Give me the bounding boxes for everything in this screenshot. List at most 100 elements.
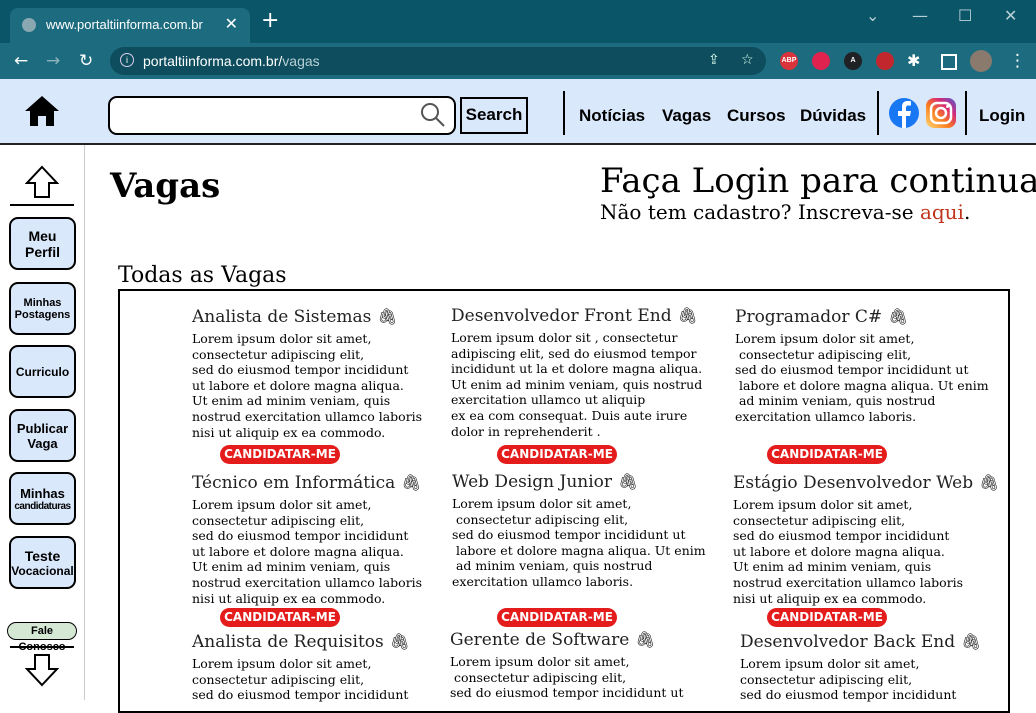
job-description-line: consectetur adipiscing elit, [733,512,906,528]
close-tab-icon[interactable]: ✕ [225,14,238,34]
signup-suffix: . [963,200,971,224]
job-title-text: Gerente de Software [450,630,630,650]
apply-button[interactable]: CANDIDATAR-ME [220,608,340,627]
job-title[interactable]: Web Design Junior 🖇 [452,472,706,492]
fale-conosco-button[interactable]: Fale Conosco [7,622,77,653]
menu-cursos[interactable]: Cursos [727,106,786,126]
signup-link[interactable]: aqui [920,200,964,224]
job-title[interactable]: Analista de Requisitos 🖇 [192,632,410,652]
arrow-down-icon[interactable] [25,653,59,687]
job-description-line: exercitation ullamco ut aliquip [451,392,646,408]
link-icon[interactable]: 🖇 [961,632,981,651]
puzzle-icon[interactable]: ✱ [907,51,920,70]
apply-button[interactable]: CANDIDATAR-ME [220,445,340,464]
chevron-down-icon[interactable]: ⌄ [866,6,879,25]
forward-icon[interactable]: → [46,51,60,71]
job-title[interactable]: Analista de Sistemas 🖇 [192,307,422,327]
job-description-line: sed do eiusmod tempor incididunt [192,362,409,378]
apply-button[interactable]: CANDIDATAR-ME [497,608,617,627]
sidebar-item-teste-vocacional[interactable]: Teste Vocacional [9,536,76,589]
apply-button[interactable]: CANDIDATAR-ME [767,608,887,627]
bookmark-star-icon[interactable]: ☆ [741,52,754,68]
abp-icon[interactable]: ABP [780,52,798,70]
link-icon[interactable]: 🖇 [678,306,698,325]
close-window-icon[interactable]: ✕ [1004,6,1017,25]
browser-tabstrip: www.portaltiinforma.com.br ✕ + ⌄ — ☐ ✕ [0,0,1036,43]
url-path: vagas [282,53,320,69]
kebab-menu-icon[interactable]: ⋮ [1009,51,1026,71]
sidebar-item-curriculo[interactable]: Curriculo [9,345,76,398]
sidebar-item-label: Meu [28,227,57,244]
ublock-icon[interactable] [812,52,830,70]
job-description: Lorem ipsum dolor sit amet, consectetur a… [192,497,422,606]
job-description: Lorem ipsum dolor sit amet, consectetur a… [733,497,999,606]
avatar[interactable] [970,50,992,72]
link-icon[interactable]: 🖇 [377,307,397,326]
link-icon[interactable]: 🖇 [635,630,655,649]
login-heading: Faça Login para continuar [600,161,1036,201]
sidepanel-icon[interactable] [941,54,957,70]
sidebar-item-label: Perfil [24,243,60,260]
sidebar-item-label: Postagens [14,308,71,321]
search-button[interactable]: Search [460,97,528,134]
sidebar-item-meu-perfil[interactable]: Meu Perfil [9,217,76,270]
share-icon[interactable]: ⇪ [708,52,720,68]
job-title[interactable]: Técnico em Informática 🖇 [192,473,422,493]
apply-button[interactable]: CANDIDATAR-ME [767,445,887,464]
sidebar-item-publicar-vaga[interactable]: Publicar Vaga [9,409,76,462]
link-icon[interactable]: 🖇 [401,473,421,492]
job-description-line: ad minim veniam, quis nostrud [735,393,936,409]
instagram-icon[interactable] [925,97,957,129]
job-description-line: ex ea com consequat. Duis aute irure [451,407,688,423]
link-icon[interactable]: 🖇 [979,473,999,492]
fox-icon[interactable] [876,52,894,70]
job-title[interactable]: Estágio Desenvolvedor Web 🖇 [733,473,999,493]
sidebar-item-label: Vocacional [11,563,74,578]
url-text[interactable]: portaltiinforma.com.br/vagas [143,53,320,69]
job-description-line: dolor in reprehenderit . [451,423,601,439]
job-title[interactable]: Desenvolvedor Back End 🖇 [740,632,981,652]
job-description-line: ut labore et dolore magna aliqua. [733,543,945,559]
link-icon[interactable]: 🖇 [618,472,638,491]
job-description-line: sed do eiusmod tempor incididunt [192,528,409,544]
address-bar[interactable]: i portaltiinforma.com.br/vagas ⇪ ☆ [110,47,766,75]
maximize-icon[interactable]: ☐ [958,6,972,25]
sidebar-item-minhas-candidaturas[interactable]: Minhas candidaturas [9,472,76,525]
back-icon[interactable]: ← [14,51,28,71]
job-card: Analista de Requisitos 🖇 Lorem ipsum dolor… [192,632,410,703]
section-title: Todas as Vagas [118,263,287,288]
search-input[interactable] [108,96,456,135]
a-icon[interactable]: A [844,52,862,70]
link-icon[interactable]: 🖇 [390,632,410,651]
job-description-line: consectetur adipiscing elit, [192,346,365,362]
job-description-line: Ut enim ad minim veniam, quis [192,559,391,575]
job-card: Web Design Junior 🖇 Lorem ipsum dolor sit … [452,472,706,590]
login-link[interactable]: Login [979,106,1025,126]
facebook-icon[interactable] [888,97,920,129]
arrow-up-icon[interactable] [25,165,59,199]
browser-tab[interactable]: www.portaltiinforma.com.br ✕ [10,8,250,43]
minimize-icon[interactable]: — [912,6,928,25]
job-title[interactable]: Desenvolvedor Front End 🖇 [451,306,702,326]
info-icon[interactable]: i [120,53,134,67]
job-description-line: consectetur adipiscing elit, [452,511,629,527]
sidebar-item-minhas-postagens[interactable]: Minhas Postagens [9,282,76,335]
job-description-line: Lorem ipsum dolor sit amet, [733,497,913,512]
reload-icon[interactable]: ↻ [79,51,93,71]
job-description-line: consectetur adipiscing elit, [740,671,913,687]
job-title[interactable]: Gerente de Software 🖇 [450,630,683,650]
apply-button[interactable]: CANDIDATAR-ME [497,445,617,464]
new-tab-icon[interactable]: + [261,10,279,32]
job-description-line: consectetur adipiscing elit, [192,671,365,687]
menu-duvidas[interactable]: Dúvidas [800,106,866,126]
link-icon[interactable]: 🖇 [888,307,908,326]
job-description: Lorem ipsum dolor sit amet, consectetur a… [192,331,422,440]
job-description-line: nostrud exercitation ullamco laboris [192,408,423,424]
sidebar-item-label: Vaga [27,435,58,451]
home-icon[interactable] [24,95,60,127]
job-title-text: Desenvolvedor Back End [740,632,956,652]
menu-noticias[interactable]: Notícias [579,106,645,126]
menu-vagas[interactable]: Vagas [662,106,711,126]
divider [563,91,565,135]
job-title[interactable]: Programador C# 🖇 [735,307,989,327]
